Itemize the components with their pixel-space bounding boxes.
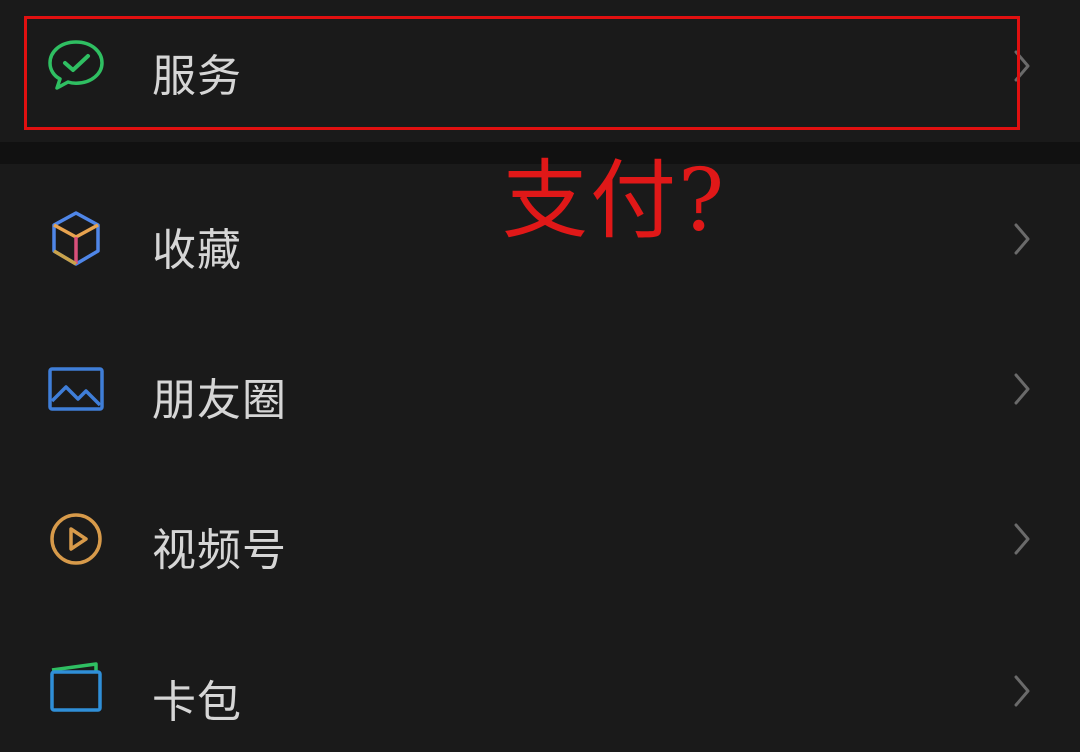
menu-item-label: 视频号 [152, 525, 287, 576]
card-wallet-icon [44, 656, 108, 720]
menu-item-label: 服务 [152, 51, 242, 102]
menu-item-label: 朋友圈 [152, 375, 287, 426]
chevron-right-icon [1014, 373, 1030, 405]
menu-item-channels[interactable]: 视频号 [0, 464, 1080, 614]
menu-item-moments[interactable]: 朋友圈 [0, 314, 1080, 464]
favorites-cube-icon [44, 207, 108, 271]
chevron-right-icon [1014, 50, 1030, 82]
menu-item-label: 收藏 [152, 225, 242, 276]
channels-play-icon [44, 507, 108, 571]
chevron-right-icon [1014, 675, 1030, 707]
menu-item-card-wallet[interactable]: 卡包 [0, 614, 1080, 752]
annotation-text: 支付? [502, 151, 727, 251]
chevron-right-icon [1014, 523, 1030, 555]
menu-item-label: 卡包 [152, 677, 242, 728]
menu-item-services[interactable]: 服务 [0, 0, 1080, 142]
chevron-right-icon [1014, 223, 1030, 255]
moments-picture-icon [44, 357, 108, 421]
wechat-pay-check-icon [44, 32, 108, 96]
wechat-me-menu-screen: 服务 收藏 朋友圈 视频号 卡包 支付? [0, 0, 1080, 752]
